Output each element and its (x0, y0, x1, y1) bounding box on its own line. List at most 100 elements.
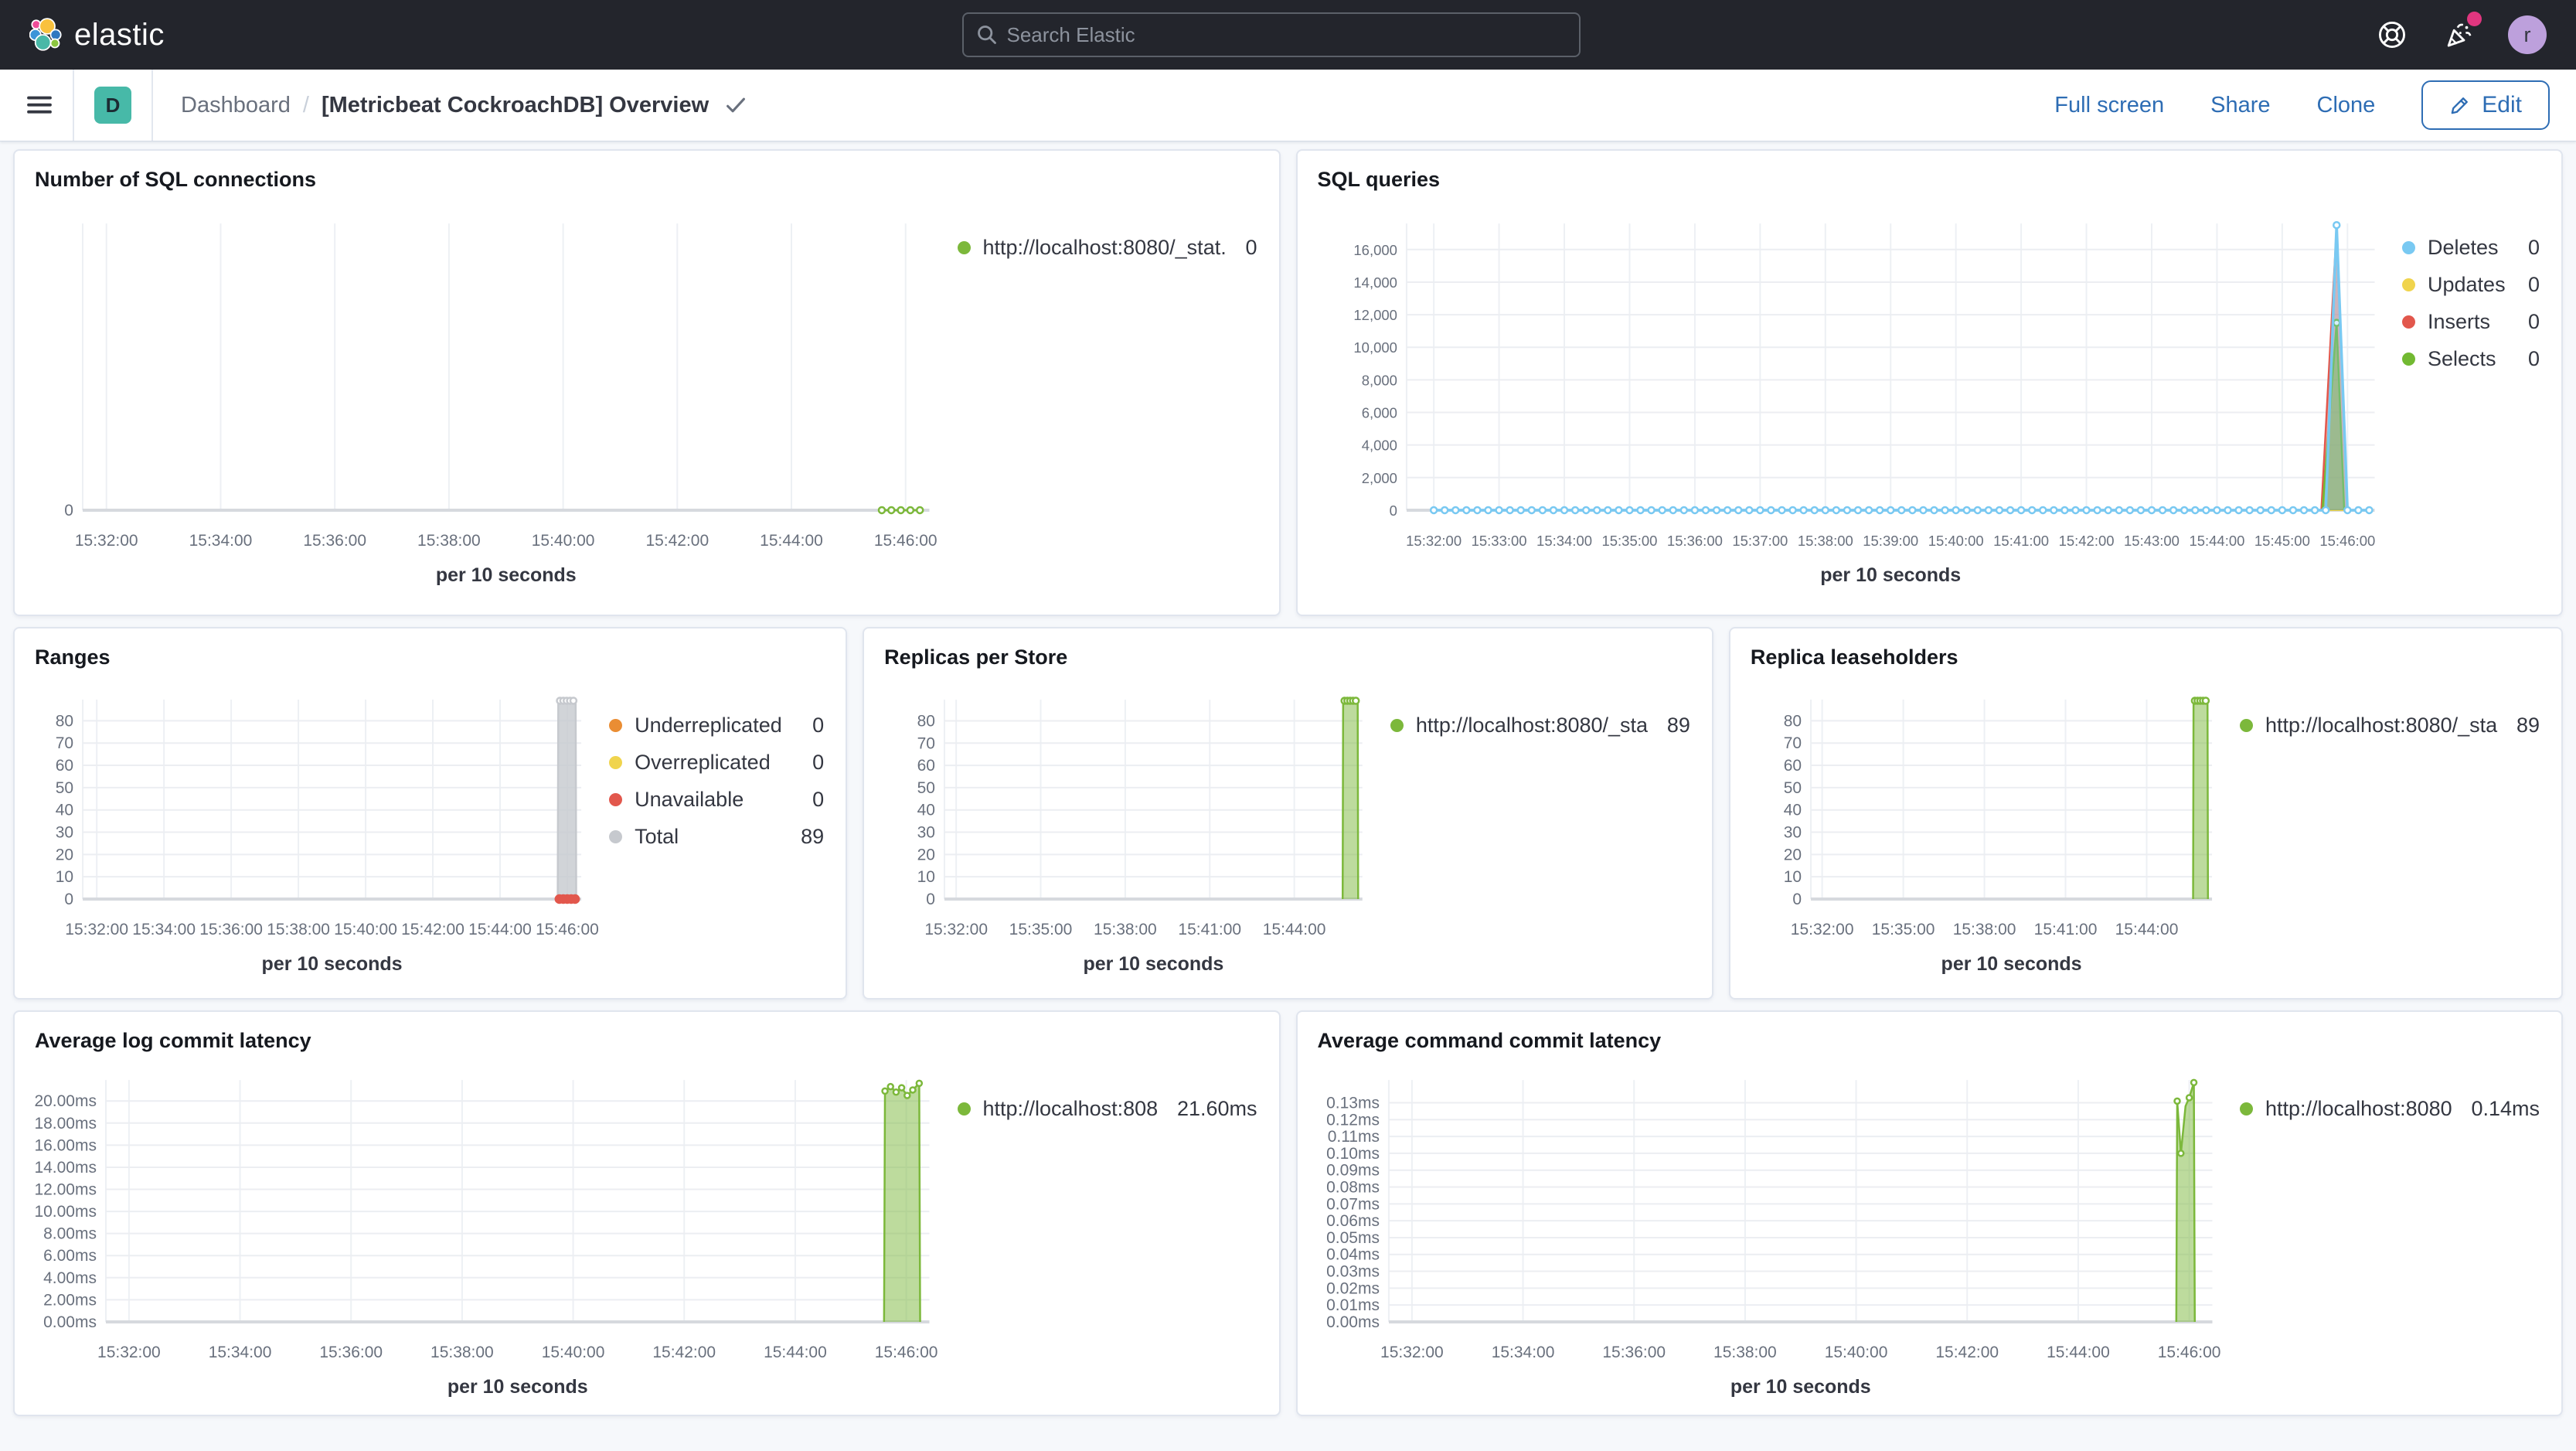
panel-replicas-per-store: Replicas per Store 0 10 20 30 40 50 60 70 80 15:3… (863, 627, 1713, 1000)
global-header: elastic Search Elastic r (0, 0, 2576, 70)
legend-value: 0 (2527, 347, 2540, 370)
svg-text:15:46:00: 15:46:00 (875, 1344, 938, 1361)
svg-text:15:36:00: 15:36:00 (319, 1344, 383, 1361)
svg-text:50: 50 (1784, 779, 1802, 797)
svg-text:8,000: 8,000 (1361, 372, 1397, 388)
svg-text:15:46:00: 15:46:00 (536, 921, 599, 938)
legend-label: http://localhost:8080... (2265, 1097, 2454, 1120)
svg-text:15:46:00: 15:46:00 (874, 532, 938, 550)
legend-item[interactable]: Deletes 0 (2402, 236, 2540, 260)
svg-text:15:32:00: 15:32:00 (1406, 533, 1462, 549)
user-avatar[interactable]: r (2508, 15, 2547, 54)
chart-number-of-sql-connections: 015:32:00 15:34:00 15:36:00 15:38:00 15:40:0… (64, 223, 938, 586)
panel-ranges: Ranges 0 10 20 30 40 50 60 70 80 15:32:00 15:34:00… (13, 627, 848, 1000)
help-menu-button[interactable] (2375, 18, 2409, 52)
kibana-dashboard-page: { "header": { "logo_text": "elastic", "s… (0, 0, 2576, 1451)
svg-text:15:32:00: 15:32:00 (65, 921, 128, 938)
svg-text:0.08ms: 0.08ms (1326, 1179, 1380, 1197)
chart-replicas-per-store: 0 10 20 30 40 50 60 70 80 15:32:00 15:35:00 15:38:0… (917, 697, 1363, 975)
panel-title: Replicas per Store (884, 645, 1068, 669)
svg-text:10,000: 10,000 (1353, 339, 1397, 356)
svg-text:4.00ms: 4.00ms (43, 1269, 97, 1287)
breadcrumb-dashboard-link[interactable]: Dashboard (181, 93, 291, 118)
newsfeed-button[interactable] (2442, 12, 2482, 52)
legend-item[interactable]: http://localhost:8080/_sta... 89 (1390, 714, 1690, 737)
life-ring-icon (2379, 22, 2405, 48)
legend-item[interactable]: http://localhost:808... 21.60ms (957, 1097, 1257, 1121)
svg-text:30: 30 (1784, 824, 1802, 842)
nav-menu-button[interactable] (26, 90, 53, 121)
search-input[interactable] (1006, 22, 1567, 47)
svg-text:20: 20 (1784, 846, 1802, 863)
svg-text:10: 10 (1784, 868, 1802, 886)
svg-text:15:32:00: 15:32:00 (1791, 921, 1854, 938)
svg-text:20: 20 (917, 846, 935, 863)
breadcrumb-separator: / (302, 92, 309, 118)
svg-text:15:44:00: 15:44:00 (2115, 921, 2178, 938)
full-screen-button[interactable]: Full screen (2054, 93, 2164, 118)
legend-item[interactable]: http://localhost:8080/_sta... 89 (2239, 714, 2540, 737)
legend-item[interactable]: http://localhost:8080... 0.14ms (2240, 1097, 2540, 1121)
title-check-icon[interactable] (726, 96, 746, 114)
svg-text:15:42:00: 15:42:00 (652, 1344, 716, 1361)
svg-text:4,000: 4,000 (1361, 438, 1397, 454)
svg-text:60: 60 (1784, 757, 1802, 775)
svg-text:0: 0 (64, 502, 73, 519)
elastic-logo[interactable]: elastic (29, 18, 165, 53)
edit-button[interactable]: Edit (2421, 80, 2550, 130)
svg-text:15:44:00: 15:44:00 (1263, 921, 1326, 938)
svg-text:15:34:00: 15:34:00 (209, 1344, 272, 1361)
svg-text:40: 40 (56, 802, 73, 819)
svg-text:50: 50 (56, 779, 73, 797)
panel-title: Replica leaseholders (1750, 645, 1958, 669)
legend-item[interactable]: Inserts 0 (2402, 310, 2540, 334)
svg-text:15:34:00: 15:34:00 (189, 532, 253, 550)
legend-label: Unavailable (635, 788, 744, 811)
legend-dot-icon (2402, 315, 2415, 329)
clone-button[interactable]: Clone (2317, 93, 2376, 118)
legend-value: 0 (812, 751, 825, 774)
legend-item[interactable]: Selects 0 (2402, 347, 2540, 371)
chart-legend: http://localhost:8080/_sta... 89 (2232, 673, 2541, 998)
svg-text:30: 30 (917, 824, 935, 842)
legend-item[interactable]: Updates 0 (2402, 273, 2540, 297)
legend-label: Deletes (2428, 236, 2499, 259)
svg-text:0.05ms: 0.05ms (1326, 1229, 1380, 1247)
legend-label: Underreplicated (635, 714, 782, 737)
svg-text:15:44:00: 15:44:00 (468, 921, 532, 938)
svg-text:0.02ms: 0.02ms (1326, 1279, 1380, 1297)
svg-text:15:40:00: 15:40:00 (1824, 1344, 1887, 1361)
svg-text:15:38:00: 15:38:00 (267, 921, 330, 938)
svg-text:0.12ms: 0.12ms (1326, 1111, 1380, 1129)
chart-legend: http://localhost:8080/_sta... 89 (1383, 673, 1692, 998)
svg-text:15:34:00: 15:34:00 (1536, 533, 1592, 549)
chart-legend: Underreplicated 0 Overreplicated 0 Unavailab… (601, 673, 825, 998)
svg-text:0: 0 (64, 891, 73, 908)
panel-average-command-commit-latency: Average command commit latency 0.00ms 0.0… (1295, 1010, 2563, 1416)
chart-average-command-commit-latency: 0.00ms0.01ms0.02ms0.03ms0.04ms0.05ms0.06… (1326, 1078, 2220, 1398)
svg-text:0.11ms: 0.11ms (1327, 1128, 1379, 1146)
legend-item[interactable]: http://localhost:8080/_stat... 0 (957, 236, 1257, 260)
svg-text:30: 30 (56, 824, 73, 842)
svg-text:6.00ms: 6.00ms (43, 1247, 97, 1265)
legend-label: Updates (2428, 273, 2506, 296)
svg-text:80: 80 (917, 712, 935, 730)
legend-item[interactable]: Underreplicated 0 (609, 714, 824, 737)
svg-text:15:34:00: 15:34:00 (1491, 1344, 1554, 1361)
legend-value: 0 (2527, 236, 2540, 259)
legend-item[interactable]: Unavailable 0 (609, 788, 824, 812)
svg-text:6,000: 6,000 (1361, 405, 1397, 421)
dashboard-app-icon[interactable]: D (94, 87, 131, 124)
legend-item[interactable]: Total 89 (609, 825, 824, 849)
panel-title: Ranges (35, 645, 111, 669)
legend-item[interactable]: Overreplicated 0 (609, 751, 824, 775)
svg-text:15:36:00: 15:36:00 (1602, 1344, 1666, 1361)
svg-text:15:35:00: 15:35:00 (1601, 533, 1657, 549)
svg-text:40: 40 (1784, 802, 1802, 819)
svg-text:15:44:00: 15:44:00 (760, 532, 823, 550)
legend-label: http://localhost:8080/_sta... (1415, 714, 1649, 737)
chart-legend: http://localhost:808... 21.60ms (950, 1057, 1259, 1415)
global-search[interactable] (961, 12, 1581, 57)
share-button[interactable]: Share (2210, 93, 2270, 118)
legend-value: 89 (1666, 714, 1690, 737)
